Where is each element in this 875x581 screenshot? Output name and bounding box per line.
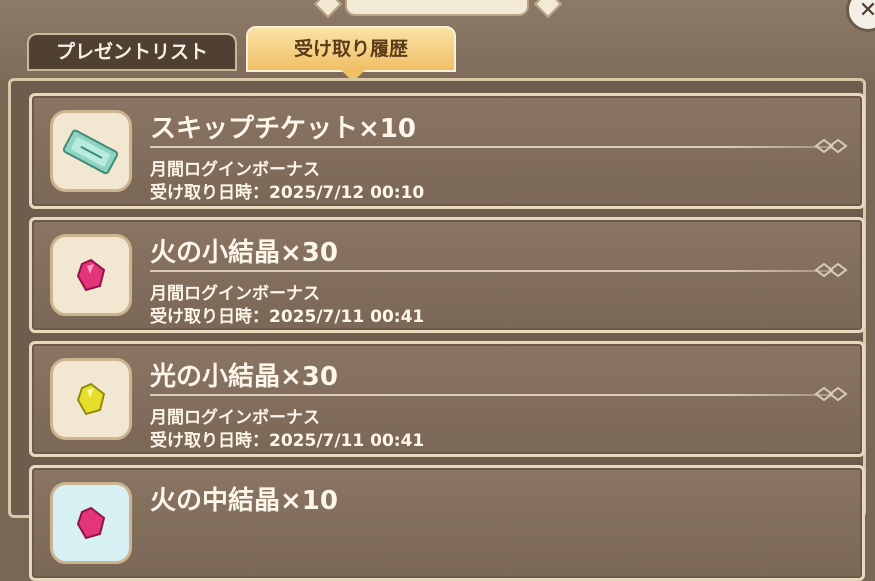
received-date: 受け取り日時：2025/7/11 00:41 (150, 426, 424, 451)
received-date: 受け取り日時：2025/7/11 00:41 (150, 302, 424, 327)
window-title-plate (345, 0, 529, 16)
list-item: 火の小結晶×30 月間ログインボーナス 受け取り日時：2025/7/11 00:… (29, 217, 865, 333)
tab-label: 受け取り履歴 (293, 38, 408, 60)
list-item: 火の中結晶×10 (29, 465, 865, 581)
tab-receive-history[interactable]: 受け取り履歴 (246, 26, 456, 72)
ornament-icon (814, 262, 848, 278)
item-source: 月間ログインボーナス (150, 408, 320, 428)
item-name: 火の中結晶×10 (150, 486, 338, 516)
ornament-icon (814, 386, 848, 402)
tab-label: プレゼントリスト (55, 41, 208, 63)
date-value: 2025/7/11 00:41 (269, 307, 425, 327)
list-item: スキップチケット×10 月間ログインボーナス 受け取り日時：2025/7/12 … (29, 93, 865, 209)
date-value: 2025/7/11 00:41 (269, 431, 425, 451)
tab-present-list[interactable]: プレゼントリスト (27, 33, 237, 71)
divider (150, 394, 830, 396)
item-source: 月間ログインボーナス (150, 160, 320, 180)
close-icon: ✕ (858, 0, 875, 23)
item-name: 火の小結晶×30 (150, 238, 338, 268)
item-name: 光の小結晶×30 (150, 362, 338, 392)
item-icon-frame (50, 358, 132, 440)
list-item: 光の小結晶×30 月間ログインボーナス 受け取り日時：2025/7/11 00:… (29, 341, 865, 457)
item-icon-frame (50, 110, 132, 192)
item-source: 月間ログインボーナス (150, 284, 320, 304)
date-label: 受け取り日時： (150, 431, 269, 451)
ticket-icon (62, 129, 119, 175)
item-name: スキップチケット×10 (150, 114, 416, 144)
item-icon-frame (50, 482, 132, 564)
history-list-panel[interactable]: スキップチケット×10 月間ログインボーナス 受け取り日時：2025/7/12 … (8, 78, 866, 581)
date-label: 受け取り日時： (150, 183, 269, 203)
date-label: 受け取り日時： (150, 307, 269, 327)
item-icon-frame (50, 234, 132, 316)
received-date: 受け取り日時：2025/7/12 00:10 (150, 178, 424, 203)
ornament-icon (814, 138, 848, 154)
date-value: 2025/7/12 00:10 (269, 183, 425, 203)
divider (150, 270, 830, 272)
yellow-crystal-icon (76, 382, 106, 416)
red-crystal-icon (76, 506, 106, 540)
red-crystal-icon (76, 258, 106, 292)
divider (150, 146, 830, 148)
